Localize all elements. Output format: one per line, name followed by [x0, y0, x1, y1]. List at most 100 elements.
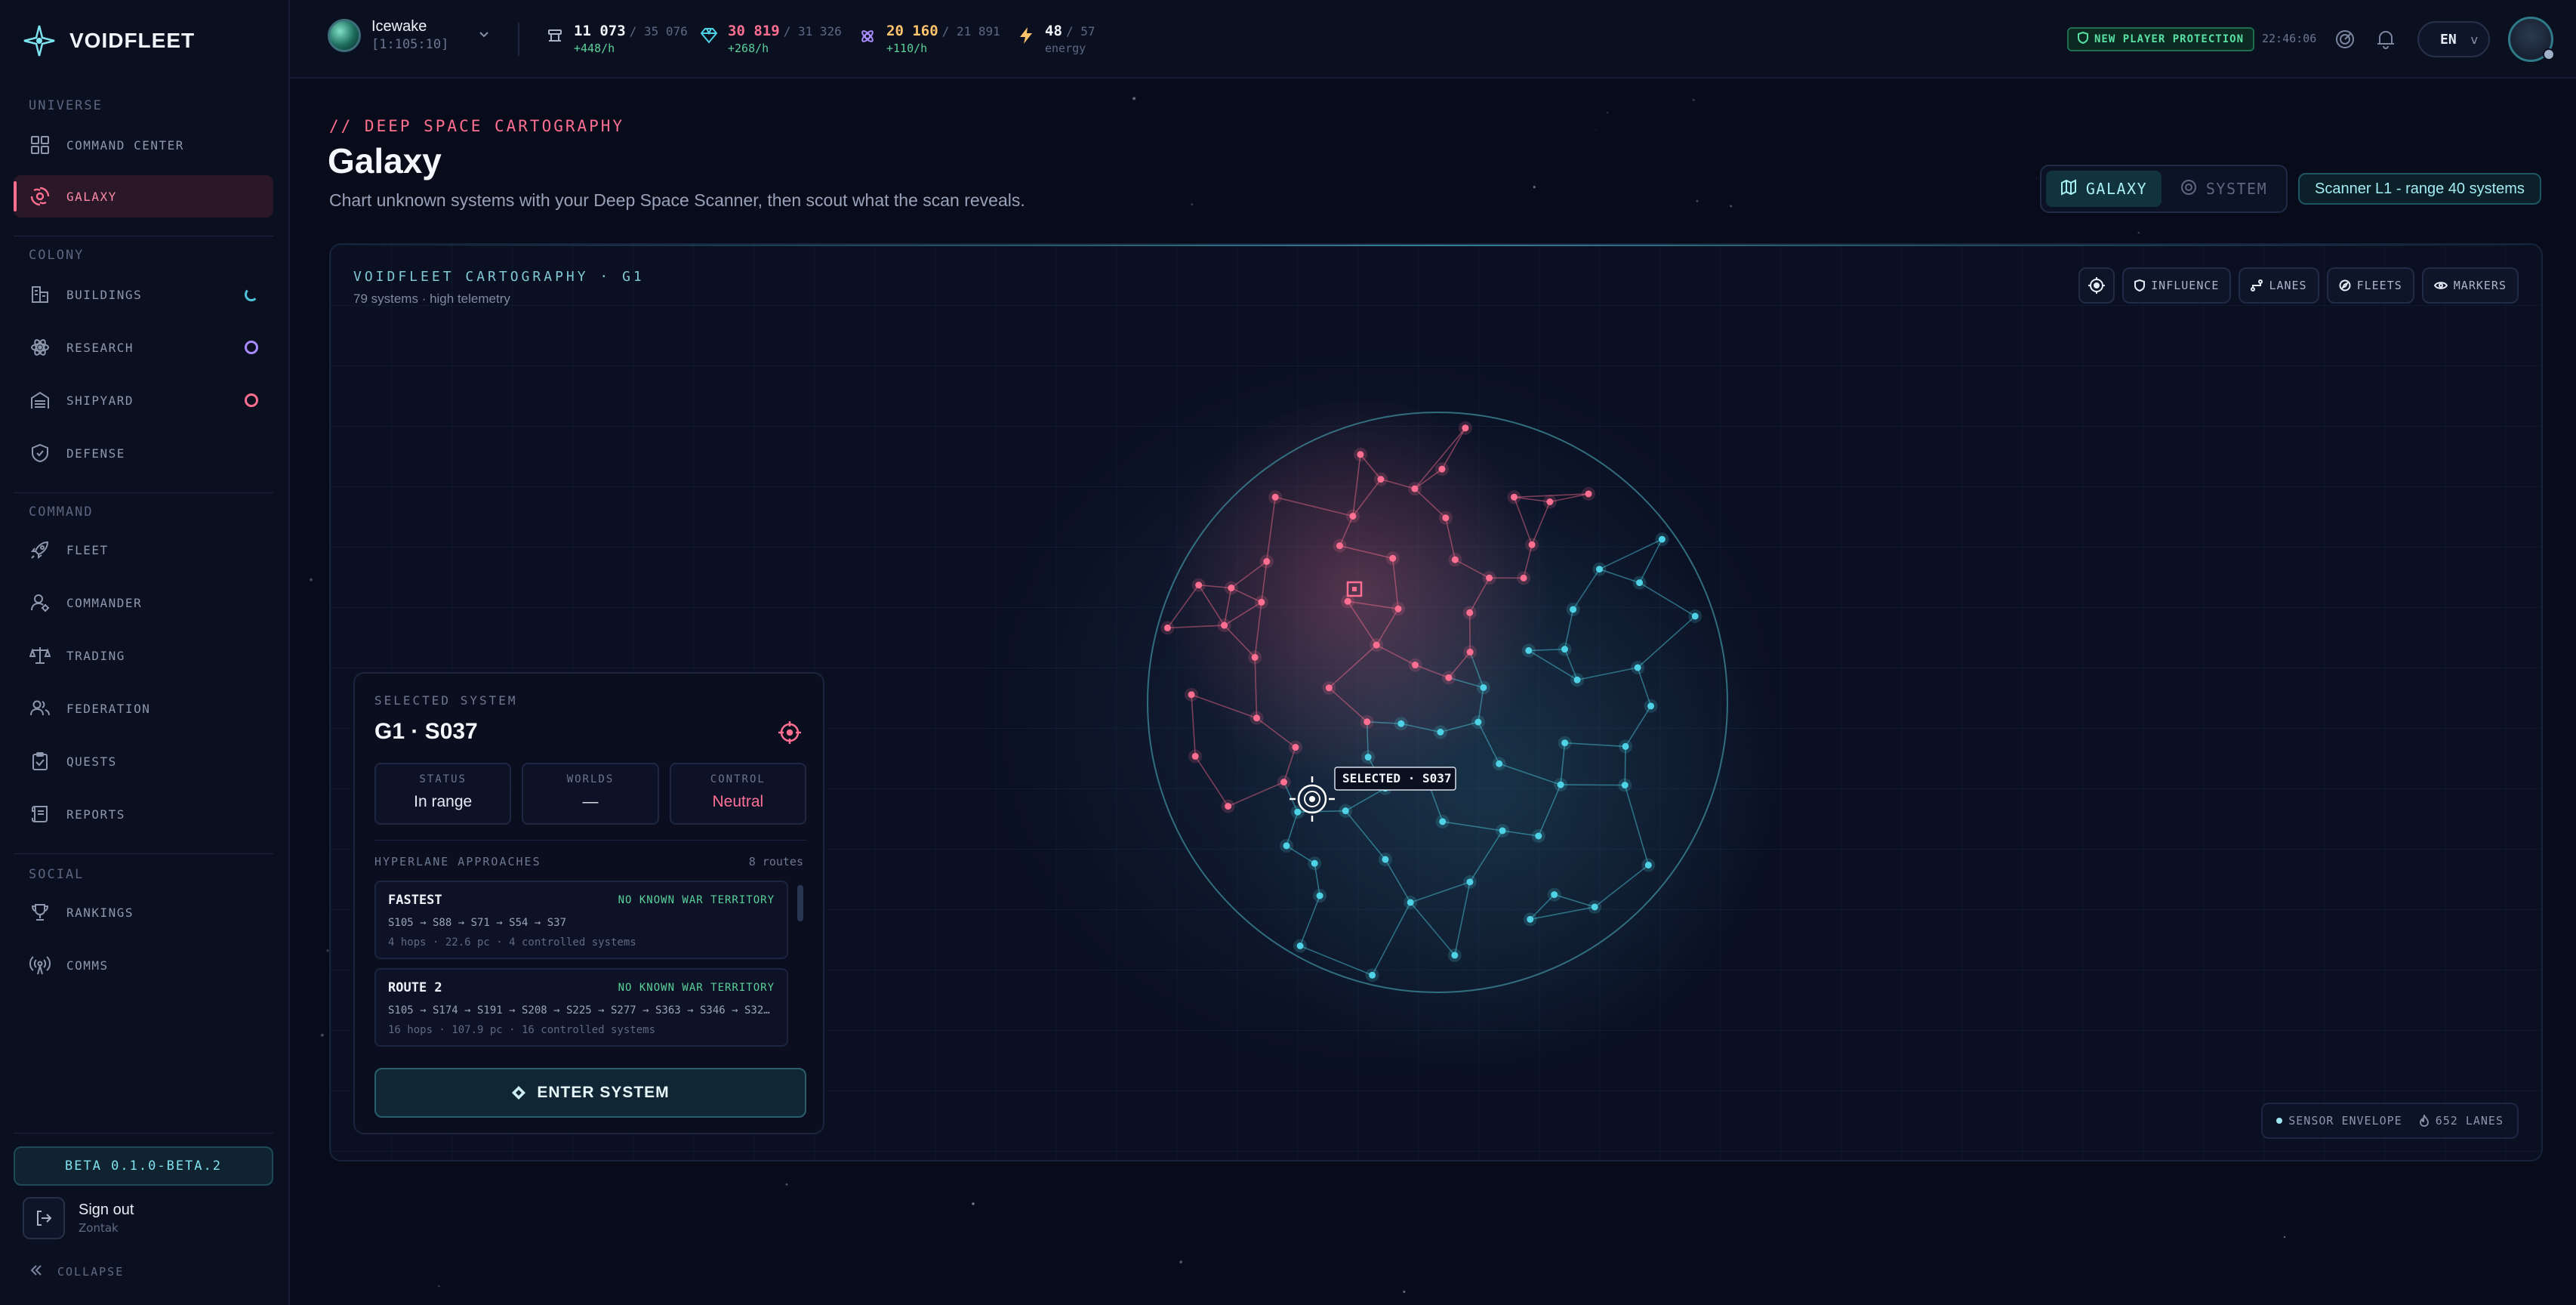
selected-system-name: G1 · S037	[374, 719, 478, 744]
star-system	[1636, 579, 1644, 587]
sidebar-item-reports[interactable]: REPORTS	[14, 793, 273, 835]
radar-icon[interactable]	[2330, 24, 2360, 54]
locate-target-icon[interactable]	[776, 719, 803, 746]
sidebar-item-rankings[interactable]: RANKINGS	[14, 891, 273, 933]
route-option[interactable]: ROUTE 2 NO KNOWN WAR TERRITORY S105 → S1…	[374, 968, 788, 1047]
resource-amount: 11 073	[574, 23, 626, 39]
route-safety-tag: NO KNOWN WAR TERRITORY	[618, 894, 775, 906]
sidebar-item-label: FLEET	[66, 542, 109, 557]
star-system	[1511, 493, 1518, 501]
star-system	[1258, 598, 1265, 606]
lanes-label: LANES	[2269, 279, 2307, 292]
sidebar-item-trading[interactable]: TRADING	[14, 634, 273, 677]
orbit-icon	[2180, 179, 2197, 199]
sidebar-item-label: DEFENSE	[66, 446, 125, 461]
star-system	[1585, 490, 1592, 498]
star-system	[1445, 674, 1453, 681]
influence-label: INFLUENCE	[2151, 279, 2220, 292]
top-bar: Icewake [1:105:10] 11 073 / 35 076 +448/…	[290, 0, 2576, 79]
star-system	[1253, 714, 1261, 722]
sidebar-item-quests[interactable]: QUESTS	[14, 740, 273, 782]
shield-icon	[29, 442, 51, 464]
fleets-toggle[interactable]: FLEETS	[2326, 267, 2414, 304]
legend-sensor-envelope: SENSOR ENVELOPE	[2276, 1114, 2402, 1128]
sidebar-item-command-center[interactable]: COMMAND CENTER	[14, 124, 273, 166]
resource-rate: +448/h	[574, 42, 615, 55]
sidebar-item-label: QUESTS	[66, 754, 117, 769]
sidebar-item-research[interactable]: RESEARCH	[14, 326, 273, 369]
sidebar-item-label: REPORTS	[66, 807, 125, 822]
star-system	[1439, 818, 1447, 825]
galaxy-view-button[interactable]: GALAXY	[2046, 171, 2162, 207]
sidebar: VOIDFLEET UNIVERSE COMMAND CENTER GALAXY…	[0, 0, 290, 1305]
sidebar-item-label: COMMS	[66, 958, 109, 973]
star-system	[1561, 739, 1569, 747]
collapse-sidebar-button[interactable]: COLLAPSE	[29, 1263, 124, 1281]
resource-amount: 48	[1045, 23, 1062, 39]
route-safety-tag: NO KNOWN WAR TERRITORY	[618, 982, 775, 994]
map-legend: SENSOR ENVELOPE 652 LANES	[2261, 1103, 2519, 1139]
star-system	[1621, 782, 1628, 789]
sign-out-button[interactable]: Sign out Zontak	[23, 1197, 134, 1239]
star-system	[1462, 424, 1469, 432]
resource-rate: +268/h	[728, 42, 769, 55]
card-divider	[374, 840, 806, 841]
chevron-down-icon: v	[2470, 32, 2478, 47]
stat-key: STATUS	[419, 773, 467, 785]
route-option[interactable]: FASTEST NO KNOWN WAR TERRITORY S105 → S8…	[374, 881, 788, 959]
language-selector[interactable]: EN v	[2417, 21, 2490, 57]
map-icon	[2060, 178, 2077, 199]
bell-icon[interactable]	[2371, 24, 2401, 54]
sidebar-item-buildings[interactable]: BUILDINGS	[14, 273, 273, 316]
legend-lanes-label: 652 LANES	[2435, 1114, 2504, 1128]
legend-sensor-label: SENSOR ENVELOPE	[2288, 1114, 2402, 1128]
selected-system-card: SELECTED SYSTEM G1 · S037 STATUS In rang…	[353, 672, 824, 1134]
star-system	[1634, 664, 1641, 671]
voidfleet-logo-icon	[23, 25, 55, 57]
star-system	[1595, 566, 1603, 573]
progress-spinner	[245, 288, 258, 301]
sidebar-item-federation[interactable]: FEDERATION	[14, 687, 273, 730]
energy-icon	[1016, 26, 1036, 45]
sidebar-item-galaxy[interactable]: GALAXY	[14, 175, 273, 218]
resource-capacity: / 57	[1065, 24, 1095, 39]
resource-capacity: / 31 326	[783, 24, 842, 39]
sidebar-item-comms[interactable]: COMMS	[14, 944, 273, 986]
eye-icon	[2433, 282, 2448, 289]
stat-control: CONTROL Neutral	[669, 763, 806, 825]
enter-system-button[interactable]: ENTER SYSTEM	[374, 1068, 806, 1118]
sidebar-item-commander[interactable]: COMMANDER	[14, 582, 273, 624]
atom-icon	[29, 336, 51, 359]
view-toggle: GALAXY SYSTEM	[2040, 165, 2288, 213]
crosshair-icon	[2088, 277, 2106, 294]
star-system	[1389, 554, 1397, 562]
route-meta: 16 hops · 107.9 pc · 16 controlled syste…	[388, 1024, 656, 1036]
star-system	[1591, 903, 1598, 911]
markers-label: MARKERS	[2453, 279, 2507, 292]
sidebar-item-label: RESEARCH	[66, 340, 134, 355]
brand[interactable]: VOIDFLEET	[23, 23, 195, 59]
sign-out-label: Sign out	[79, 1202, 134, 1218]
page-title: Galaxy	[328, 141, 442, 180]
star-system	[1496, 760, 1503, 767]
sidebar-item-defense[interactable]: DEFENSE	[14, 432, 273, 474]
star-system	[1225, 803, 1232, 810]
star-system	[1557, 781, 1564, 788]
colony-selector[interactable]: Icewake [1:105:10]	[328, 18, 491, 52]
username: Zontak	[79, 1221, 119, 1235]
sidebar-item-shipyard[interactable]: SHIPYARD	[14, 379, 273, 421]
sidebar-divider	[14, 853, 273, 854]
routes-scrollbar[interactable]	[797, 885, 803, 921]
route-path: S105 → S88 → S71 → S54 → S37	[388, 917, 567, 929]
dot-icon	[2276, 1118, 2283, 1124]
lanes-toggle[interactable]: LANES	[2239, 267, 2319, 304]
markers-toggle[interactable]: MARKERS	[2421, 267, 2519, 304]
star-system	[1382, 856, 1389, 863]
star-system	[1520, 574, 1527, 582]
page-subtitle: Chart unknown systems with your Deep Spa…	[329, 190, 1025, 210]
system-view-button[interactable]: SYSTEM	[2166, 171, 2282, 207]
online-status-dot	[2543, 48, 2555, 60]
sidebar-item-fleet[interactable]: FLEET	[14, 529, 273, 571]
influence-toggle[interactable]: INFLUENCE	[2122, 267, 2232, 304]
recenter-button[interactable]	[2078, 267, 2115, 304]
